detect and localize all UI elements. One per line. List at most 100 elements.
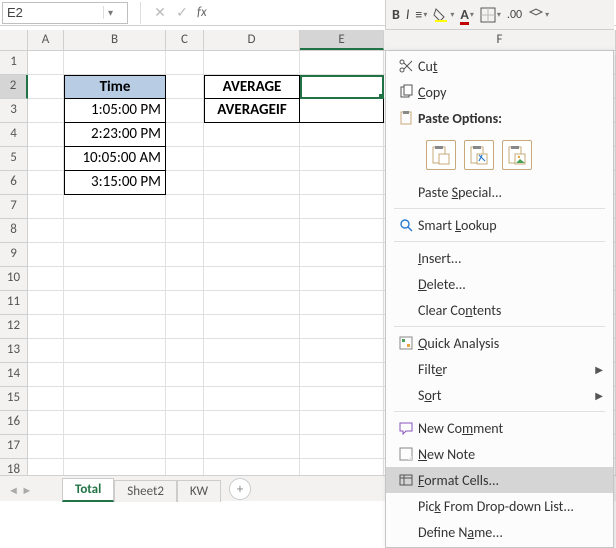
cell[interactable] bbox=[28, 123, 64, 147]
cell[interactable] bbox=[166, 315, 204, 339]
cell[interactable] bbox=[300, 243, 384, 267]
cell[interactable] bbox=[28, 219, 64, 243]
row-head-7[interactable]: 7 bbox=[0, 195, 28, 219]
cell[interactable] bbox=[204, 219, 300, 243]
cell[interactable] bbox=[204, 363, 300, 387]
row-head-15[interactable]: 15 bbox=[0, 387, 28, 411]
cell[interactable] bbox=[204, 411, 300, 435]
ctx-new-note[interactable]: New Note bbox=[386, 441, 613, 467]
tab-sheet2[interactable]: Sheet2 bbox=[114, 480, 177, 502]
cell[interactable] bbox=[300, 267, 384, 291]
new-sheet-button[interactable]: + bbox=[229, 478, 251, 500]
row-head-1[interactable]: 1 bbox=[0, 51, 28, 75]
cell[interactable] bbox=[166, 75, 204, 99]
cell[interactable] bbox=[204, 51, 300, 75]
sheet-nav[interactable]: ◄ ► bbox=[8, 484, 32, 497]
row-head-12[interactable]: 12 bbox=[0, 315, 28, 339]
cell[interactable] bbox=[28, 339, 64, 363]
cell[interactable] bbox=[28, 411, 64, 435]
cell[interactable] bbox=[204, 243, 300, 267]
cell[interactable] bbox=[166, 267, 204, 291]
cell[interactable] bbox=[300, 171, 384, 195]
cell[interactable] bbox=[204, 195, 300, 219]
name-box-input[interactable] bbox=[3, 5, 103, 20]
ctx-clear-contents[interactable]: Clear Contents bbox=[386, 297, 613, 323]
ctx-quick-analysis[interactable]: Quick Analysis bbox=[386, 330, 613, 356]
ctx-smart-lookup[interactable]: Smart Lookup bbox=[386, 212, 613, 238]
italic-button[interactable]: I bbox=[406, 6, 410, 23]
ctx-define-name[interactable]: Define Name... bbox=[386, 519, 613, 545]
name-box-dropdown[interactable]: ▾ bbox=[103, 6, 117, 19]
cell[interactable] bbox=[28, 195, 64, 219]
cell[interactable] bbox=[64, 339, 166, 363]
cell-B6[interactable]: 3:15:00 PM bbox=[64, 171, 166, 195]
cell[interactable] bbox=[204, 171, 300, 195]
ctx-copy[interactable]: Copy bbox=[386, 79, 613, 105]
cell[interactable] bbox=[166, 99, 204, 123]
borders-button[interactable]: ▾ bbox=[480, 7, 501, 23]
cell-E2-active[interactable] bbox=[300, 75, 384, 99]
cell[interactable] bbox=[64, 315, 166, 339]
cell[interactable] bbox=[64, 267, 166, 291]
row-head-2[interactable]: 2 bbox=[0, 75, 28, 99]
cell[interactable] bbox=[300, 147, 384, 171]
ctx-filter[interactable]: Filter ▶ bbox=[386, 356, 613, 382]
ctx-paste-special[interactable]: Paste Special... bbox=[386, 179, 613, 205]
cell[interactable] bbox=[166, 459, 204, 475]
row-head-10[interactable]: 10 bbox=[0, 267, 28, 291]
ctx-delete[interactable]: Delete... bbox=[386, 271, 613, 297]
cell[interactable] bbox=[64, 435, 166, 459]
cell[interactable] bbox=[64, 51, 166, 75]
fill-color-button[interactable]: ▾ bbox=[433, 7, 454, 23]
cell[interactable] bbox=[300, 195, 384, 219]
cell[interactable] bbox=[300, 363, 384, 387]
cell[interactable] bbox=[64, 291, 166, 315]
paste-option-picture[interactable] bbox=[502, 140, 532, 170]
decimal-button[interactable]: .00 bbox=[507, 8, 522, 22]
cell[interactable] bbox=[300, 339, 384, 363]
cell[interactable] bbox=[166, 387, 204, 411]
cell[interactable] bbox=[64, 219, 166, 243]
cell-B4[interactable]: 2:23:00 PM bbox=[64, 123, 166, 147]
row-head-4[interactable]: 4 bbox=[0, 123, 28, 147]
row-head-3[interactable]: 3 bbox=[0, 99, 28, 123]
cell[interactable] bbox=[300, 51, 384, 75]
col-head-A[interactable]: A bbox=[28, 30, 64, 50]
row-head-9[interactable]: 9 bbox=[0, 243, 28, 267]
cell-B3[interactable]: 1:05:00 PM bbox=[64, 99, 166, 123]
format-button[interactable]: ▾ bbox=[528, 7, 549, 23]
cell[interactable] bbox=[300, 387, 384, 411]
cell[interactable] bbox=[64, 243, 166, 267]
bold-button[interactable]: B bbox=[392, 6, 400, 23]
tab-kw[interactable]: KW bbox=[177, 480, 221, 502]
cell[interactable] bbox=[64, 411, 166, 435]
cell[interactable] bbox=[28, 435, 64, 459]
cell[interactable] bbox=[204, 435, 300, 459]
paste-option-values[interactable] bbox=[464, 140, 494, 170]
row-head-6[interactable]: 6 bbox=[0, 171, 28, 195]
col-head-D[interactable]: D bbox=[204, 30, 300, 50]
select-all-corner[interactable] bbox=[0, 30, 28, 50]
cell[interactable] bbox=[64, 195, 166, 219]
cell[interactable] bbox=[204, 387, 300, 411]
tab-total[interactable]: Total bbox=[62, 478, 114, 502]
col-head-F[interactable]: F bbox=[384, 30, 616, 50]
ctx-insert[interactable]: Insert... bbox=[386, 245, 613, 271]
cell[interactable] bbox=[300, 219, 384, 243]
col-head-B[interactable]: B bbox=[64, 30, 166, 50]
cell[interactable] bbox=[166, 291, 204, 315]
cell[interactable] bbox=[166, 219, 204, 243]
cell[interactable] bbox=[28, 459, 64, 475]
cell[interactable] bbox=[28, 243, 64, 267]
cell[interactable] bbox=[300, 435, 384, 459]
cell-D3[interactable]: AVERAGEIF bbox=[204, 99, 300, 123]
cell[interactable] bbox=[166, 147, 204, 171]
cell[interactable] bbox=[166, 363, 204, 387]
ctx-format-cells[interactable]: Format Cells... bbox=[386, 467, 613, 493]
cell[interactable] bbox=[300, 459, 384, 475]
cell[interactable] bbox=[166, 339, 204, 363]
cell[interactable] bbox=[166, 171, 204, 195]
cell[interactable] bbox=[64, 387, 166, 411]
cell[interactable] bbox=[166, 243, 204, 267]
row-head-8[interactable]: 8 bbox=[0, 219, 28, 243]
